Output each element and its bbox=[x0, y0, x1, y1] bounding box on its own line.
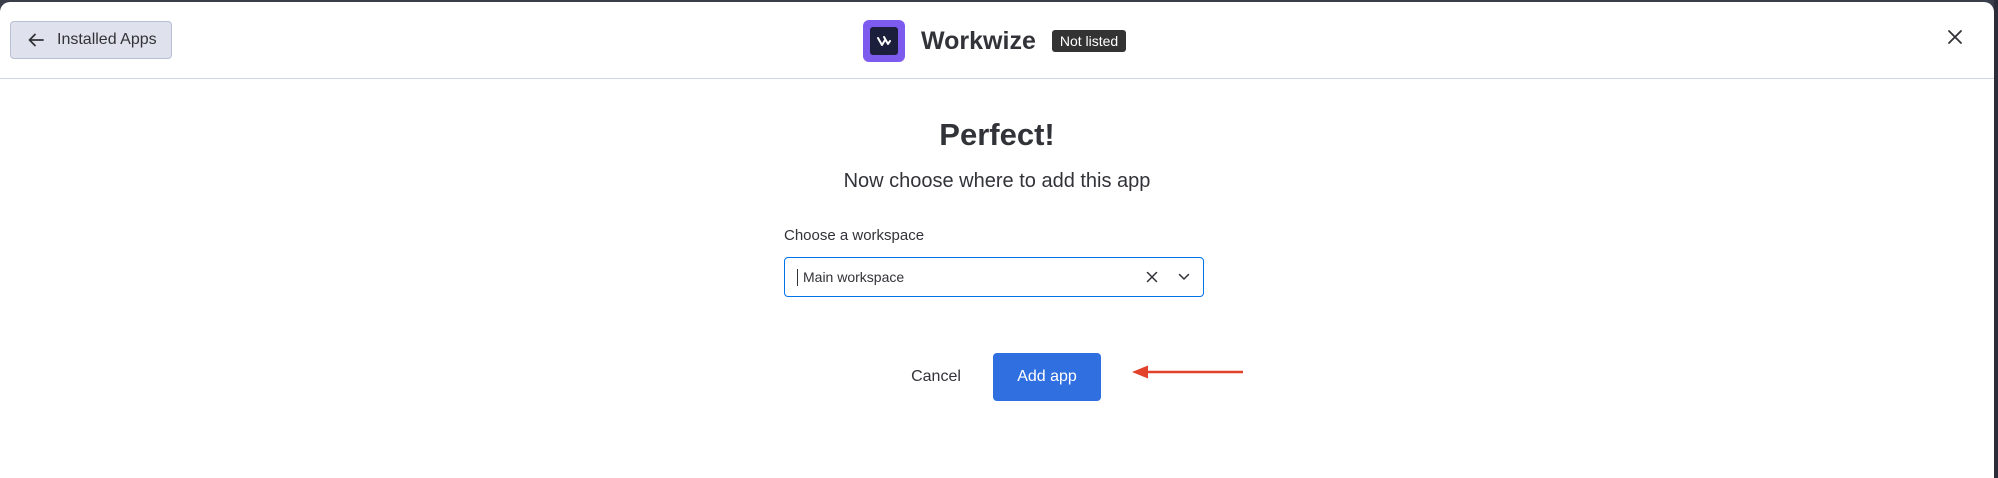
workspace-field-label: Choose a workspace bbox=[784, 227, 925, 244]
arrow-left-icon bbox=[27, 30, 47, 50]
clear-selection-icon[interactable] bbox=[1143, 268, 1161, 286]
workspace-select-value: Main workspace bbox=[803, 269, 905, 285]
dialog-header: Installed Apps Workwize Not listed bbox=[0, 2, 1994, 79]
close-dialog-button[interactable] bbox=[1944, 28, 1966, 50]
cancel-button[interactable]: Cancel bbox=[896, 353, 976, 401]
close-icon bbox=[1947, 29, 1963, 50]
app-name: Workwize bbox=[921, 26, 1036, 55]
page-subtitle: Now choose where to add this app bbox=[843, 170, 1151, 192]
chevron-down-icon[interactable] bbox=[1175, 268, 1193, 286]
back-to-installed-apps-button[interactable]: Installed Apps bbox=[10, 21, 172, 59]
listing-status-badge: Not listed bbox=[1051, 30, 1127, 52]
add-app-dialog: Installed Apps Workwize Not listed Perfe… bbox=[0, 2, 1994, 478]
page-title: Perfect! bbox=[939, 117, 1055, 152]
annotation-arrow-icon bbox=[1132, 365, 1243, 379]
workspace-select[interactable]: Main workspace bbox=[784, 257, 1204, 297]
back-button-label: Installed Apps bbox=[57, 31, 157, 48]
background-edge bbox=[1994, 0, 1998, 478]
workwize-logo bbox=[863, 20, 905, 62]
add-app-button[interactable]: Add app bbox=[993, 353, 1101, 401]
text-caret bbox=[797, 268, 798, 286]
app-brand: Workwize Not listed bbox=[863, 20, 1127, 62]
